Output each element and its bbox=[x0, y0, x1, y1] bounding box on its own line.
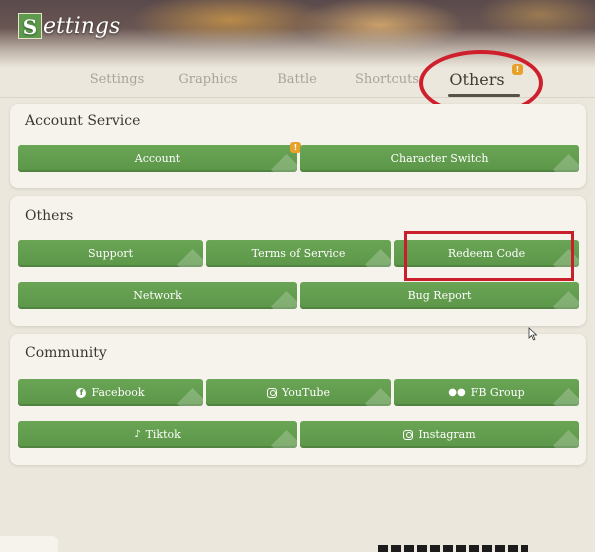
facebook-label: Facebook bbox=[91, 386, 145, 399]
section-title-community: Community bbox=[25, 345, 107, 361]
character-switch-label: Character Switch bbox=[390, 152, 489, 165]
fb-group-button[interactable]: ●● FB Group bbox=[394, 379, 579, 406]
tab-shortcuts[interactable]: Shortcuts bbox=[354, 72, 420, 94]
page-title: Settings bbox=[18, 11, 120, 41]
mouse-cursor-icon bbox=[528, 327, 538, 341]
network-button[interactable]: Network bbox=[18, 282, 297, 309]
support-button[interactable]: Support bbox=[18, 240, 203, 267]
tiktok-button[interactable]: ♪ Tiktok bbox=[18, 421, 297, 448]
network-label: Network bbox=[133, 289, 182, 302]
bug-report-button[interactable]: Bug Report bbox=[300, 282, 579, 309]
support-label: Support bbox=[87, 247, 133, 260]
highlight-rectangle bbox=[404, 231, 574, 281]
section-title-account-service: Account Service bbox=[25, 113, 141, 129]
section-title-others: Others bbox=[25, 208, 74, 224]
instagram-icon bbox=[403, 429, 414, 440]
facebook-button[interactable]: f Facebook bbox=[18, 379, 203, 406]
account-service-panel: Account Service Account ! Character Swit… bbox=[10, 104, 586, 188]
facebook-icon: f bbox=[76, 387, 87, 398]
terms-of-service-label: Terms of Service bbox=[251, 247, 346, 260]
instagram-label: Instagram bbox=[418, 428, 476, 441]
tab-battle[interactable]: Battle bbox=[274, 72, 320, 94]
youtube-icon bbox=[267, 387, 277, 398]
title-text: ettings bbox=[43, 13, 121, 39]
tiktok-icon: ♪ bbox=[134, 429, 141, 440]
bug-report-label: Bug Report bbox=[407, 289, 472, 302]
bottom-caption-fragment bbox=[378, 545, 528, 552]
title-initial: S bbox=[18, 13, 42, 39]
community-panel: Community f Facebook YouTube ●● FB Group… bbox=[10, 334, 586, 465]
group-icon: ●● bbox=[448, 387, 466, 398]
youtube-button[interactable]: YouTube bbox=[206, 379, 391, 406]
instagram-button[interactable]: Instagram bbox=[300, 421, 579, 448]
youtube-label: YouTube bbox=[282, 386, 330, 399]
account-label: Account bbox=[134, 152, 181, 165]
tiktok-label: Tiktok bbox=[145, 428, 181, 441]
character-switch-button[interactable]: Character Switch bbox=[300, 145, 579, 172]
terms-of-service-button[interactable]: Terms of Service bbox=[206, 240, 391, 267]
tab-graphics[interactable]: Graphics bbox=[176, 72, 240, 94]
account-button[interactable]: Account bbox=[18, 145, 297, 172]
bottom-left-panel-edge bbox=[0, 536, 58, 552]
tab-settings[interactable]: Settings bbox=[86, 72, 148, 94]
fb-group-label: FB Group bbox=[470, 386, 525, 399]
